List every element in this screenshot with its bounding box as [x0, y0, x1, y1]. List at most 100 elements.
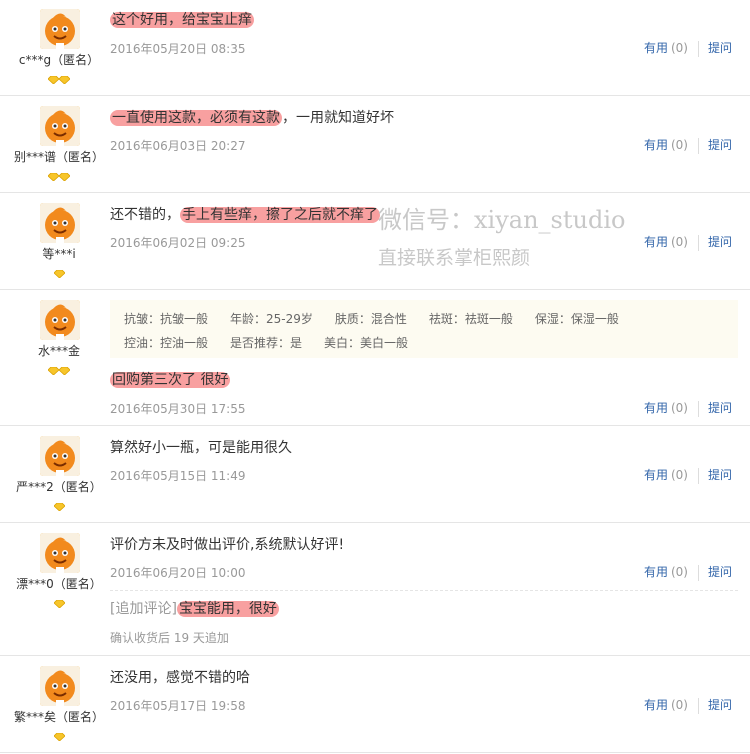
avatar-mascot-icon	[40, 436, 80, 476]
tag-row: 控油：控油一般 是否推荐：是 美白：美白一般	[124, 334, 738, 358]
avatar[interactable]	[40, 9, 80, 49]
rank-gems	[0, 73, 118, 84]
avatar[interactable]	[40, 203, 80, 243]
attribute-tag: 美白：美白一般	[324, 336, 409, 350]
ask-button[interactable]: 提问	[708, 565, 732, 579]
useful-button[interactable]: 有用	[644, 41, 668, 55]
attribute-tag: 祛斑：祛斑一般	[428, 312, 513, 326]
review-item: 别***谱（匿名） 一直使用这款，必须有这款 ，一用就知道好坏 2016年06月0…	[0, 96, 750, 193]
rank-gems	[0, 500, 118, 511]
review-content: 评价方未及时做出评价,系统默认好评!	[110, 534, 344, 554]
useful-count: (0)	[670, 565, 688, 579]
username: 别***谱（匿名）	[13, 150, 104, 164]
gem-icon	[53, 600, 65, 608]
useful-button[interactable]: 有用	[644, 401, 668, 415]
ask-button[interactable]: 提问	[708, 235, 732, 249]
ask-button[interactable]: 提问	[708, 41, 732, 55]
review-text: 还没用，感觉不错的哈	[110, 670, 250, 686]
review-item: 等***i 还不错的， 手上有些痒，擦了之后就不痒了 2016年06月02日 09…	[0, 193, 750, 290]
attribute-tag: 是否推荐：是	[230, 336, 303, 350]
review-text: 算然好小一瓶，可是能用很久	[110, 440, 292, 456]
rank-gems	[0, 267, 118, 278]
review-actions: 有用 (0) 提问	[644, 233, 732, 251]
useful-count: (0)	[670, 235, 688, 249]
review-highlight: 手上有些痒，擦了之后就不痒了	[180, 207, 380, 223]
review-actions: 有用 (0) 提问	[644, 399, 732, 417]
gem-icon	[53, 733, 65, 741]
rank-gems	[0, 170, 118, 181]
gem-icon	[48, 367, 59, 375]
ask-button[interactable]: 提问	[708, 401, 732, 415]
review-actions: 有用 (0) 提问	[644, 466, 732, 484]
useful-button[interactable]: 有用	[644, 138, 668, 152]
divider	[697, 137, 699, 154]
divider	[697, 697, 699, 714]
divider	[697, 564, 699, 581]
ask-button[interactable]: 提问	[708, 468, 732, 482]
useful-count: (0)	[670, 41, 688, 55]
review-actions: 有用 (0) 提问	[644, 136, 732, 154]
username: 水***金	[37, 344, 80, 358]
tag-row: 抗皱：抗皱一般 年龄：25-29岁 肤质：混合性 祛斑：祛斑一般 保湿：保湿一般	[124, 310, 738, 334]
review-content: 回购第三次了 很好	[110, 369, 231, 389]
append-divider	[110, 590, 738, 591]
attribute-tags: 抗皱：抗皱一般 年龄：25-29岁 肤质：混合性 祛斑：祛斑一般 保湿：保湿一般 控油：…	[110, 300, 738, 358]
review-date: 2016年06月20日 10:00	[110, 566, 246, 580]
rank-gems	[0, 730, 118, 741]
review-highlight: 回购第三次了 很好	[110, 372, 231, 388]
review-actions: 有用 (0) 提问	[644, 563, 732, 581]
watermark: 微信号：xiyan_studio 直接联系掌柜熙颜	[378, 200, 625, 270]
review-date: 2016年05月30日 17:55	[110, 402, 246, 416]
append-label: [追加评论]	[110, 601, 177, 617]
review-item: 繁***矣（匿名） 还没用，感觉不错的哈 2016年05月17日 19:58 有…	[0, 656, 750, 753]
review-date: 2016年05月20日 08:35	[110, 42, 246, 56]
review-date: 2016年05月17日 19:58	[110, 699, 246, 713]
useful-count: (0)	[670, 468, 688, 482]
avatar[interactable]	[40, 666, 80, 706]
gem-icon	[53, 503, 65, 511]
avatar[interactable]	[40, 300, 80, 340]
attribute-tag: 控油：控油一般	[124, 336, 209, 350]
useful-button[interactable]: 有用	[644, 698, 668, 712]
avatar[interactable]	[40, 106, 80, 146]
attribute-tag: 抗皱：抗皱一般	[124, 312, 209, 326]
review-content: 还不错的， 手上有些痒，擦了之后就不痒了	[110, 204, 380, 224]
ask-button[interactable]: 提问	[708, 138, 732, 152]
useful-count: (0)	[670, 138, 688, 152]
review-content: 算然好小一瓶，可是能用很久	[110, 437, 292, 457]
rank-gems	[0, 597, 118, 608]
review-content: 一直使用这款，必须有这款 ，一用就知道好坏	[110, 107, 394, 127]
ask-button[interactable]: 提问	[708, 698, 732, 712]
review-date: 2016年06月03日 20:27	[110, 139, 246, 153]
append-highlight: 宝宝能用，很好	[176, 601, 279, 617]
username: 等***i	[42, 247, 76, 261]
review-actions: 有用 (0) 提问	[644, 39, 732, 57]
useful-button[interactable]: 有用	[644, 468, 668, 482]
useful-count: (0)	[670, 698, 688, 712]
gem-icon	[48, 173, 59, 181]
review-text: 还不错的，	[110, 207, 180, 223]
avatar-mascot-icon	[40, 533, 80, 573]
divider	[697, 234, 699, 251]
avatar-mascot-icon	[40, 9, 80, 49]
useful-button[interactable]: 有用	[644, 565, 668, 579]
divider	[697, 467, 699, 484]
review-text: 评价方未及时做出评价,系统默认好评!	[110, 537, 345, 553]
attribute-tag: 肤质：混合性	[334, 312, 407, 326]
avatar[interactable]	[40, 436, 80, 476]
avatar[interactable]	[40, 533, 80, 573]
username: c***g（匿名）	[18, 53, 100, 67]
divider	[697, 400, 699, 417]
useful-button[interactable]: 有用	[644, 235, 668, 249]
gem-icon	[53, 270, 65, 278]
review-date: 2016年05月15日 11:49	[110, 469, 246, 483]
gem-icon	[59, 76, 70, 84]
avatar-mascot-icon	[40, 666, 80, 706]
review-actions: 有用 (0) 提问	[644, 696, 732, 714]
review-content: 这个好用，给宝宝止痒	[110, 9, 254, 29]
review-highlight: 这个好用，给宝宝止痒	[110, 12, 254, 28]
attribute-tag: 年龄：25-29岁	[230, 312, 313, 326]
review-date: 2016年06月02日 09:25	[110, 236, 246, 250]
review-text: ，一用就知道好坏	[282, 110, 394, 126]
gem-icon	[59, 173, 70, 181]
